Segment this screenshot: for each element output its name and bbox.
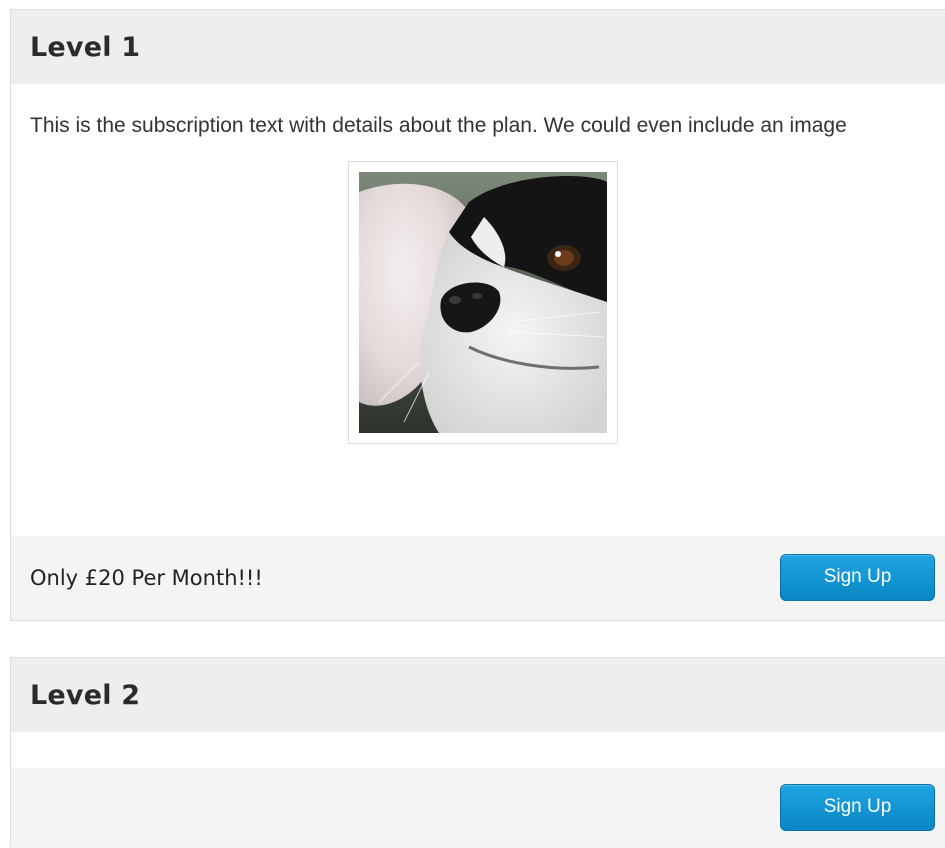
sign-up-button[interactable]: Sign Up — [780, 553, 935, 601]
sign-up-button[interactable]: Sign Up — [780, 783, 935, 831]
plan-card-level-1: Level 1 This is the subscription text wi… — [10, 9, 945, 621]
dog-photo — [359, 172, 607, 433]
plan-price: Only £20 Per Month!!! — [30, 566, 263, 590]
plan-title: Level 1 — [30, 31, 141, 63]
plan-header: Level 2 — [11, 658, 945, 732]
plan-card-level-2: Level 2 Sign Up — [10, 657, 945, 848]
plan-image — [348, 161, 618, 444]
plan-description: This is the subscription text with detai… — [30, 114, 847, 137]
plan-body — [11, 732, 945, 766]
plan-title: Level 2 — [30, 679, 141, 711]
plan-footer: Only £20 Per Month!!! Sign Up — [11, 536, 945, 620]
plan-footer: Sign Up — [11, 768, 945, 848]
plan-header: Level 1 — [11, 10, 945, 84]
plan-body: This is the subscription text with detai… — [11, 84, 945, 444]
